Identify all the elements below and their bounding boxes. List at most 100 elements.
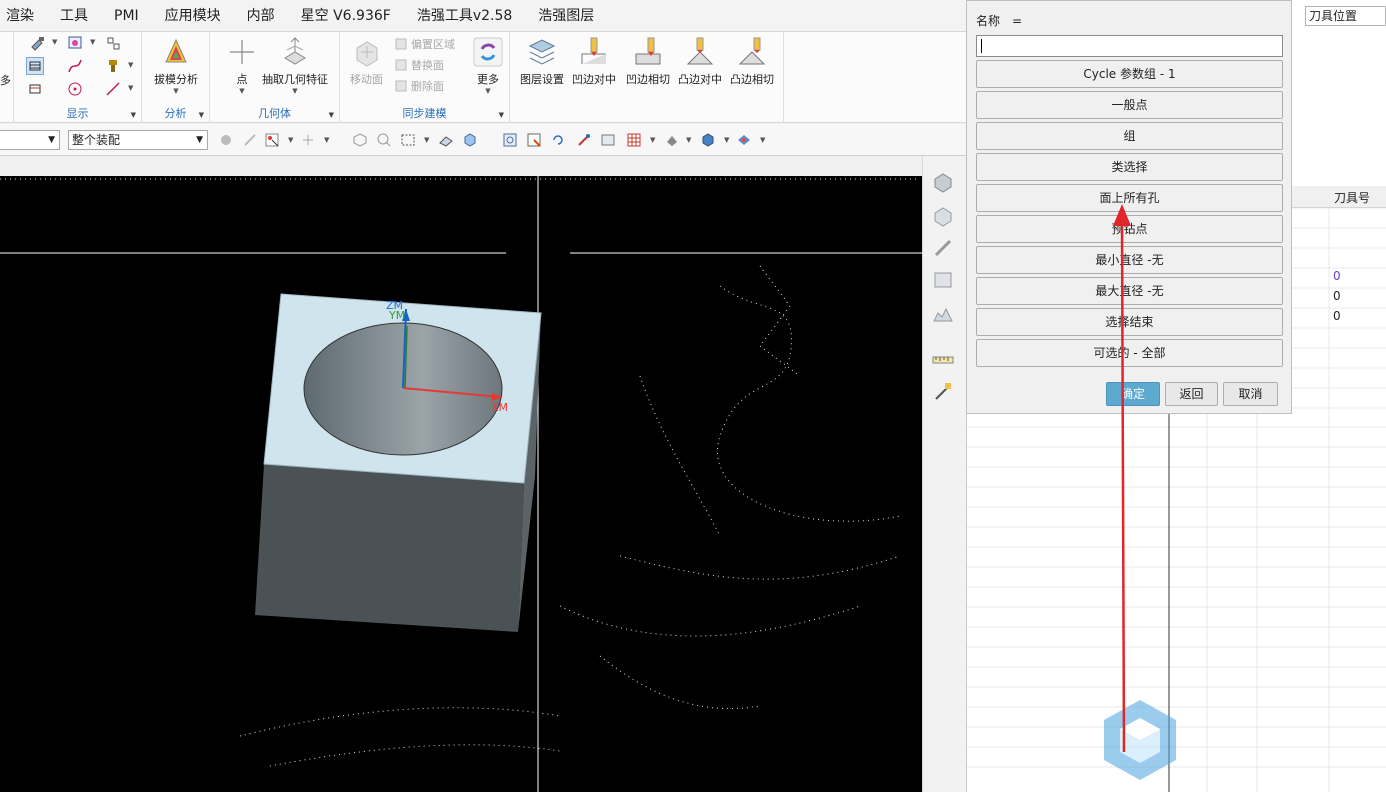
block-front-face[interactable] [255,464,524,632]
cycle-param-group-button[interactable]: Cycle 参数组 - 1 [976,60,1283,88]
eraser-icon[interactable] [438,132,454,148]
menu-application[interactable]: 应用模块 [152,0,234,32]
section-view-icon[interactable] [26,57,44,75]
min-diameter-button[interactable]: 最小直径 -无 [976,246,1283,274]
chevron-down-icon[interactable]: ▼ [239,87,244,95]
back-button[interactable]: 返回 [1165,382,1218,406]
menu-haoqiang-tools[interactable]: 浩强工具v2.58 [404,0,525,32]
chevron-down-icon[interactable]: ▼ [199,111,204,119]
section-plane-icon[interactable] [600,132,616,148]
chevron-down-icon[interactable]: ▼ [128,84,133,92]
cube-select-icon[interactable] [462,132,478,148]
concave-center-button[interactable]: 凹边对中 [572,36,616,87]
max-diameter-button[interactable]: 最大直径 -无 [976,277,1283,305]
chevron-down-icon[interactable]: ▼ [324,136,329,144]
view-fit-icon[interactable] [502,132,518,148]
predrill-point-button[interactable]: 预钻点 [976,215,1283,243]
chevron-down-icon[interactable]: ▼ [499,111,504,119]
snap-icon[interactable] [104,34,122,52]
convex-center-button[interactable]: 凸边对中 [678,36,722,87]
chevron-down-icon[interactable]: ▼ [52,38,57,46]
draft-analysis-icon [160,36,192,68]
ok-button[interactable]: 确定 [1106,382,1160,406]
graphics-viewport[interactable]: ZM YM XM [0,176,922,792]
convex-tangent-button[interactable]: 凸边相切 [730,36,774,87]
roles-icon[interactable] [931,302,955,326]
point-button[interactable]: 点 ▼ [226,36,258,95]
general-point-button[interactable]: 一般点 [976,91,1283,119]
column-header-tool-number[interactable]: 刀具号 [1334,189,1370,206]
assembly-icon[interactable] [218,132,234,148]
assembly-navigator-icon[interactable] [931,170,955,194]
chevron-down-icon[interactable]: ▼ [329,111,334,119]
reuse-library-icon[interactable] [931,236,955,260]
chevron-down-icon[interactable]: ▼ [760,136,765,144]
chevron-down-icon[interactable]: ▼ [288,136,293,144]
line-icon[interactable] [104,80,122,98]
curve-icon[interactable] [66,57,84,75]
render-style-icon[interactable] [626,132,642,148]
part-navigator-icon[interactable] [931,204,955,228]
chevron-down-icon[interactable]: ▼ [128,61,133,69]
viewport-canvas[interactable]: ZM YM XM [0,176,922,792]
rotate-icon[interactable] [550,132,566,148]
ruler-icon[interactable] [931,348,955,372]
menu-tools[interactable]: 工具 [47,0,101,32]
measure-icon[interactable] [931,380,955,404]
hexagon-icon[interactable] [352,132,368,148]
shading-icon[interactable] [664,132,680,148]
menu-haoqiang-layers[interactable]: 浩强图层 [525,0,607,32]
chevron-down-icon[interactable]: ▼ [485,87,490,95]
chevron-down-icon[interactable]: ▼ [686,136,691,144]
extract-geometry-button[interactable]: 抽取几何特征 ▼ [262,36,328,95]
all-holes-on-face-button[interactable]: 面上所有孔 [976,184,1283,212]
assembly-scope-select[interactable]: 整个装配 ▼ [68,130,208,150]
mate-icon[interactable] [242,132,258,148]
rectangle-select-icon[interactable] [400,132,416,148]
layer-settings-button[interactable]: 图层设置 [520,36,564,87]
workspace-strip [0,156,966,176]
axis-label-ym: YM [388,309,405,322]
delete-face-button[interactable]: 删除面 [394,78,444,94]
feature-select-icon[interactable] [376,132,392,148]
selectable-all-button[interactable]: 可选的 - 全部 [976,339,1283,367]
more-button[interactable]: 更多 ▼ [472,36,504,95]
section-edit-icon[interactable] [26,80,44,98]
replace-face-button[interactable]: 替换面 [394,57,444,73]
chevron-down-icon[interactable]: ▼ [131,111,136,119]
concave-tangent-button[interactable]: 凹边相切 [626,36,670,87]
offset-region-button[interactable]: 偏置区域 [394,36,455,52]
target-icon[interactable] [66,80,84,98]
chevron-down-icon[interactable]: ▼ [292,87,297,95]
menu-xingkong[interactable]: 星空 V6.936F [288,0,404,32]
filter-select[interactable]: ▼ [0,130,60,150]
chevron-down-icon[interactable]: ▼ [424,136,429,144]
tool-position-field[interactable]: 刀具位置 [1305,6,1386,26]
chevron-down-icon[interactable]: ▼ [650,136,655,144]
orient-icon[interactable] [736,132,752,148]
history-icon[interactable] [931,268,955,292]
view-cube-icon[interactable] [700,132,716,148]
display-frame-icon[interactable] [66,34,84,52]
snap-point-icon[interactable] [300,132,316,148]
name-input[interactable] [976,35,1283,57]
class-selection-button[interactable]: 类选择 [976,153,1283,181]
menu-pmi[interactable]: PMI [101,0,152,32]
select-point-icon[interactable] [264,132,280,148]
zoom-window-icon[interactable] [526,132,542,148]
group-button[interactable]: 组 [976,122,1283,150]
brush-icon[interactable] [28,34,46,52]
table-header: 刀具号 [1290,186,1386,208]
tool-icon[interactable] [104,57,122,75]
chevron-down-icon[interactable]: ▼ [724,136,729,144]
selection-end-button[interactable]: 选择结束 [976,308,1283,336]
menu-render[interactable]: 渲染 [0,0,47,32]
cancel-button[interactable]: 取消 [1223,382,1278,406]
menu-internal[interactable]: 内部 [234,0,288,32]
pan-icon[interactable] [576,132,592,148]
draft-analysis-button[interactable]: 拔模分析 ▼ [154,36,198,95]
replace-face-label: 替换面 [411,59,444,72]
chevron-down-icon[interactable]: ▼ [90,38,95,46]
move-face-button[interactable]: 移动面 [350,36,383,87]
chevron-down-icon[interactable]: ▼ [173,87,178,95]
